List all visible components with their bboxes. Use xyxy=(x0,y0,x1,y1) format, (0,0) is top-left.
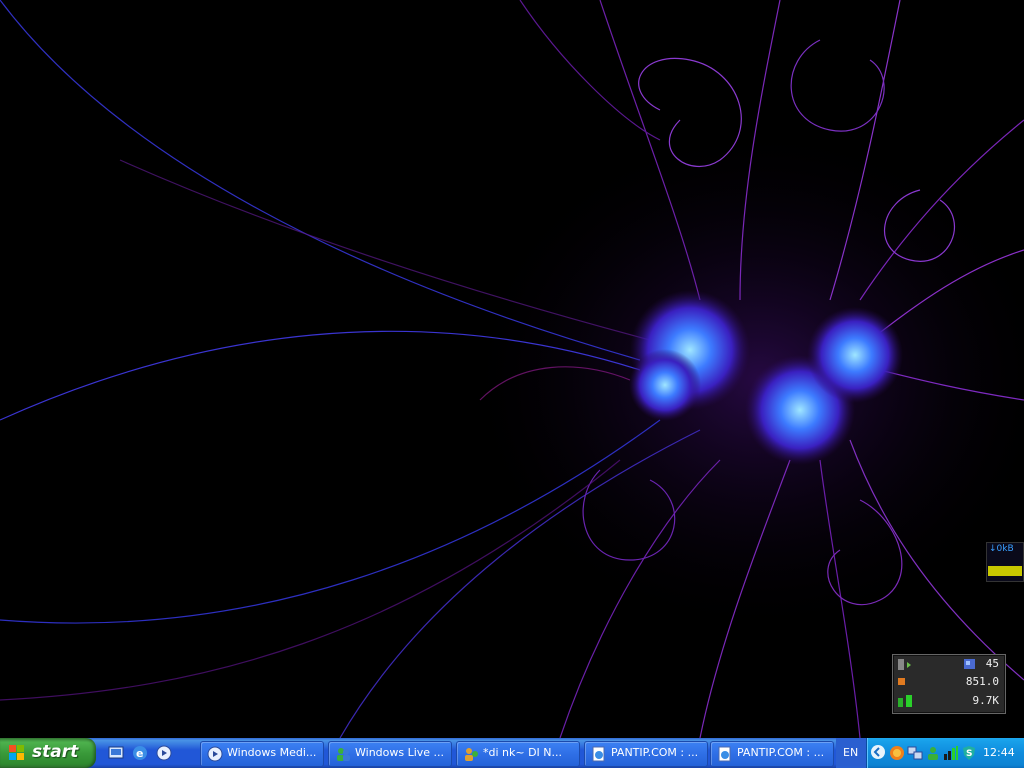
taskbar-button-chat[interactable]: *di nk~ DI N... xyxy=(456,741,580,767)
cpu-icon xyxy=(898,659,911,670)
svg-text:e: e xyxy=(136,747,143,760)
taskbar-button-label: Windows Medi... xyxy=(227,746,317,759)
media-player-icon xyxy=(207,746,223,762)
taskbar-button-label: Windows Live ... xyxy=(355,746,445,759)
show-desktop-icon[interactable] xyxy=(108,745,124,761)
system-monitor-value: 9.7K xyxy=(972,694,1000,707)
messenger-status-icon[interactable] xyxy=(925,745,941,761)
network-rate: ↓0kB xyxy=(989,544,1014,554)
network-meter-widget: ↓0kB xyxy=(986,542,1024,582)
firefox-icon[interactable] xyxy=(889,745,905,761)
desktop[interactable]: ↓0kB 45 851.0 9.7K xyxy=(0,0,1024,738)
security-shield-icon[interactable]: S xyxy=(961,745,977,761)
network-connection-icon[interactable] xyxy=(907,745,923,761)
system-tray: S 12:44 xyxy=(866,738,1024,768)
disk-icon xyxy=(898,678,905,685)
messenger-icon xyxy=(337,748,350,761)
svg-text:S: S xyxy=(966,749,972,759)
network-meter-bar xyxy=(988,566,1022,576)
chevron-left-icon[interactable] xyxy=(871,745,885,759)
media-player-icon[interactable] xyxy=(156,745,172,761)
ie-document-icon xyxy=(718,746,731,762)
start-button[interactable]: start xyxy=(0,738,96,768)
taskbar-button-label: PANTIP.COM : ... xyxy=(611,746,699,759)
system-monitor-row: 9.7K xyxy=(893,692,1005,710)
language-indicator[interactable]: EN xyxy=(836,738,866,768)
system-monitor-gadget[interactable]: 45 851.0 9.7K xyxy=(892,654,1006,714)
language-label: EN xyxy=(843,746,859,759)
taskbar-button-pantip-1[interactable]: PANTIP.COM : ... xyxy=(584,741,708,767)
quick-launch-bar: e » xyxy=(104,738,291,768)
taskbar-button-messenger[interactable]: Windows Live ... xyxy=(328,741,452,767)
taskbar-button-label: PANTIP.COM : ... xyxy=(737,746,825,759)
ie-document-icon xyxy=(592,746,605,762)
taskbar-button-label: *di nk~ DI N... xyxy=(483,746,563,759)
signal-meter-icon[interactable] xyxy=(943,745,959,761)
system-monitor-row: 851.0 xyxy=(893,673,1005,691)
taskbar-button-media-player[interactable]: Windows Medi... xyxy=(200,741,324,767)
system-monitor-value: 851.0 xyxy=(965,675,999,688)
system-monitor-row: 45 xyxy=(893,655,1005,673)
fractal-wallpaper xyxy=(0,0,1024,738)
windows-logo-icon xyxy=(9,745,24,760)
clock[interactable]: 12:44 xyxy=(983,746,1015,759)
system-monitor-value: 45 xyxy=(985,657,999,670)
taskbar-button-pantip-2[interactable]: PANTIP.COM : ... xyxy=(710,741,834,767)
chat-icon xyxy=(465,748,478,761)
memory-icon xyxy=(964,659,975,669)
network-icon xyxy=(898,695,912,707)
taskbar: start e » Windows Medi... Windows Live .… xyxy=(0,738,1024,768)
start-label: start xyxy=(32,742,79,762)
internet-explorer-icon[interactable]: e xyxy=(132,745,148,761)
